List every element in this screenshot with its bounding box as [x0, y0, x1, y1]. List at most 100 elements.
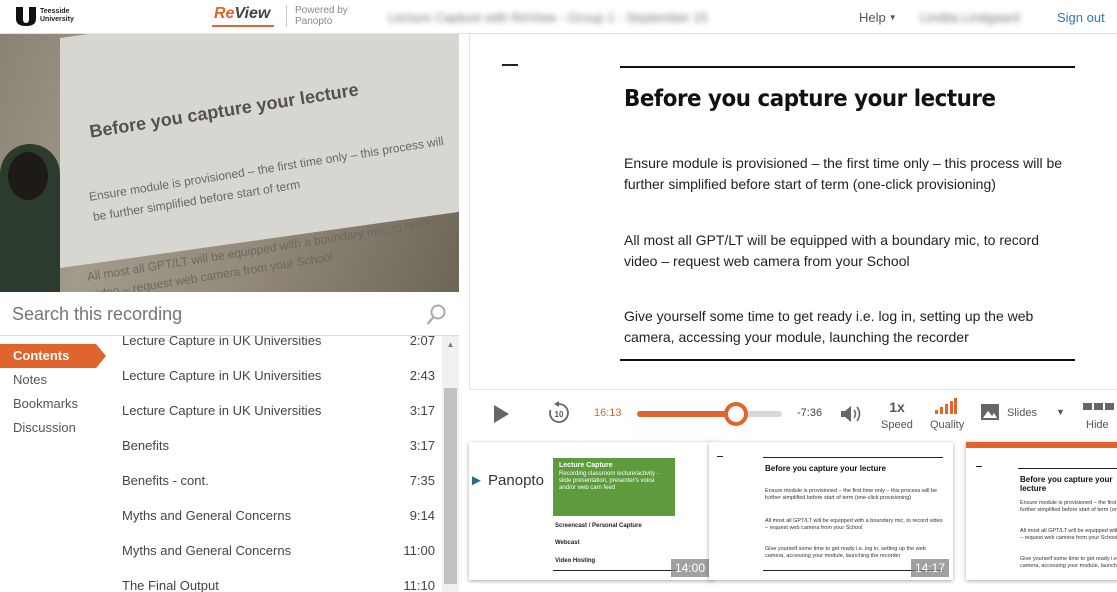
- slide-divider: [620, 66, 1075, 68]
- slide-thumbnail-selected[interactable]: Before you capture your lecture Ensure m…: [966, 442, 1117, 580]
- slide-viewer: Before you capture your lecture Ensure m…: [469, 34, 1117, 390]
- university-name: Teesside University: [40, 8, 74, 23]
- quality-icon[interactable]: [935, 398, 957, 414]
- list-item-title: Lecture Capture in UK Universities: [122, 368, 322, 383]
- scroll-thumb[interactable]: [444, 388, 457, 584]
- thumbnail-item: Webcast: [555, 540, 580, 546]
- list-item-title: Benefits: [122, 438, 169, 453]
- panopto-logo: ► Panopto: [469, 472, 544, 489]
- volume-icon[interactable]: [839, 403, 863, 425]
- search-input[interactable]: [12, 304, 412, 325]
- user-name: Lindita Lindgaard: [920, 10, 1020, 25]
- slide-divider: [620, 359, 1075, 361]
- slides-label[interactable]: Slides: [1007, 407, 1037, 419]
- presenter-head: [8, 152, 48, 200]
- top-bar: Teesside University ReView Powered by Pa…: [0, 0, 1117, 34]
- list-item[interactable]: Benefits - cont. 7:35: [112, 473, 442, 508]
- thumbnail-duration: 14:00: [670, 559, 709, 577]
- quality-label: Quality: [930, 419, 965, 431]
- tab-bookmarks[interactable]: Bookmarks: [0, 392, 112, 416]
- search-bar: [0, 292, 459, 336]
- list-item-time: 7:35: [409, 473, 435, 488]
- progress-bar[interactable]: [637, 402, 782, 426]
- play-icon[interactable]: [491, 404, 511, 424]
- list-item[interactable]: Lecture Capture in UK Universities 2:07: [112, 336, 442, 368]
- list-item-time: 9:14: [409, 508, 435, 523]
- rewind-seconds: 10: [555, 410, 564, 419]
- thumbnail-text: All most all GPT/LT will be equipped wit…: [765, 518, 943, 531]
- slide-thumbnail[interactable]: Before you capture your lecture Ensure m…: [709, 442, 953, 580]
- scroll-up-icon[interactable]: ▲: [442, 340, 459, 349]
- university-logo-icon[interactable]: [14, 5, 38, 27]
- speed-label: Speed: [881, 419, 913, 431]
- slide-title: Before you capture your lecture: [624, 86, 996, 112]
- review-brand-view: View: [234, 5, 271, 22]
- list-item[interactable]: The Final Output 11:10: [112, 578, 442, 592]
- tab-notes[interactable]: Notes: [0, 368, 112, 392]
- slide-thumbnail[interactable]: ► Panopto Lecture Capture Recording clas…: [469, 442, 713, 580]
- side-tabs: Contents Notes Bookmarks Discussion: [0, 344, 112, 440]
- thumbnail-title: Before you capture your lecture: [1020, 475, 1113, 493]
- thumbnail-box-title: Lecture Capture: [559, 462, 613, 469]
- panopto-logo-mark: ►: [469, 472, 484, 489]
- current-time: 16:13: [594, 407, 622, 419]
- list-item[interactable]: Lecture Capture in UK Universities 3:17: [112, 403, 442, 438]
- slide-paragraph: Ensure module is provisioned – the first…: [624, 155, 1063, 192]
- tab-discussion[interactable]: Discussion: [0, 416, 112, 440]
- thumbnail-item: Video Hosting: [555, 558, 596, 564]
- list-item[interactable]: Benefits 3:17: [112, 438, 442, 473]
- thumbnail-text: Give yourself some time to get ready i.e…: [1020, 556, 1117, 569]
- thumbnail-highlight-box: Lecture Capture Recording classroom lect…: [553, 458, 675, 516]
- contents-scrollbar[interactable]: ▲: [442, 336, 459, 592]
- rewind-10-icon[interactable]: 10: [547, 401, 571, 425]
- list-item-title: The Final Output: [122, 578, 219, 592]
- hide-thumbnails-icon[interactable]: [1083, 403, 1115, 411]
- speed-button[interactable]: 1x: [881, 399, 913, 415]
- panopto-logo-text: Panopto: [488, 472, 544, 489]
- slide-paragraph: All most all GPT/LT will be equipped wit…: [624, 232, 1040, 269]
- contents-list: Lecture Capture in UK Universities 2:07 L…: [112, 336, 442, 592]
- thumbnail-title: Before you capture your lecture: [765, 464, 886, 473]
- list-item-time: 11:00: [403, 543, 435, 558]
- thumbnail-duration: 14:17: [910, 559, 949, 577]
- selected-indicator: [966, 442, 1117, 448]
- search-icon[interactable]: [426, 304, 446, 326]
- video-player[interactable]: Before you capture your lecture Ensure m…: [0, 34, 459, 292]
- session-title: Lecture Capture with ReView - Group 1 - …: [388, 10, 708, 25]
- thumbnail-box-desc: Recording classroom lecture/activity - s…: [559, 471, 659, 491]
- review-brand[interactable]: ReView: [214, 5, 270, 23]
- thumbnail-divider: [553, 570, 677, 571]
- help-label: Help: [859, 10, 886, 25]
- list-item-time: 2:07: [409, 336, 435, 348]
- review-underline: [212, 25, 274, 27]
- remaining-time: -7:36: [797, 407, 823, 419]
- player-controls: 10 16:13 -7:36 1x Speed Quality Slides ▼…: [469, 390, 1117, 438]
- list-item-title: Myths and General Concerns: [122, 543, 292, 558]
- powered-by-label: Powered by: [295, 5, 348, 16]
- list-item-time: 2:43: [409, 368, 435, 383]
- thumbnail-text: All most all GPT/LT will be equipped wit…: [1020, 528, 1117, 541]
- list-item-title: Lecture Capture in UK Universities: [122, 403, 322, 418]
- powered-by-vendor: Panopto: [295, 16, 333, 27]
- progress-knob[interactable]: [723, 402, 748, 426]
- chevron-down-icon[interactable]: ▼: [1056, 407, 1065, 417]
- sign-out-link[interactable]: Sign out: [1057, 10, 1105, 25]
- hide-label[interactable]: Hide: [1086, 419, 1109, 431]
- review-brand-re: Re: [214, 5, 235, 22]
- thumbnail-text: Give yourself some time to get ready i.e…: [765, 546, 926, 559]
- list-item-title: Myths and General Concerns: [122, 508, 292, 523]
- thumbnail-divider: [1018, 468, 1117, 469]
- tab-contents[interactable]: Contents: [0, 344, 106, 368]
- list-item-time: 3:17: [409, 403, 435, 418]
- list-item[interactable]: Myths and General Concerns 11:00: [112, 543, 442, 578]
- help-menu[interactable]: Help ▼: [859, 10, 897, 25]
- list-item[interactable]: Lecture Capture in UK Universities 2:43: [112, 368, 442, 403]
- slide-dash: [502, 64, 518, 66]
- slide-paragraph: Give yourself some time to get ready i.e…: [624, 308, 1034, 345]
- chevron-down-icon: ▼: [888, 13, 897, 22]
- thumbnail-item: Screencast / Personal Capture: [555, 523, 642, 529]
- thumbnail-text: Ensure module is provisioned – the first…: [1020, 500, 1117, 513]
- thumbnail-dash: [976, 466, 982, 467]
- list-item[interactable]: Myths and General Concerns 9:14: [112, 508, 442, 543]
- image-icon[interactable]: [981, 404, 999, 420]
